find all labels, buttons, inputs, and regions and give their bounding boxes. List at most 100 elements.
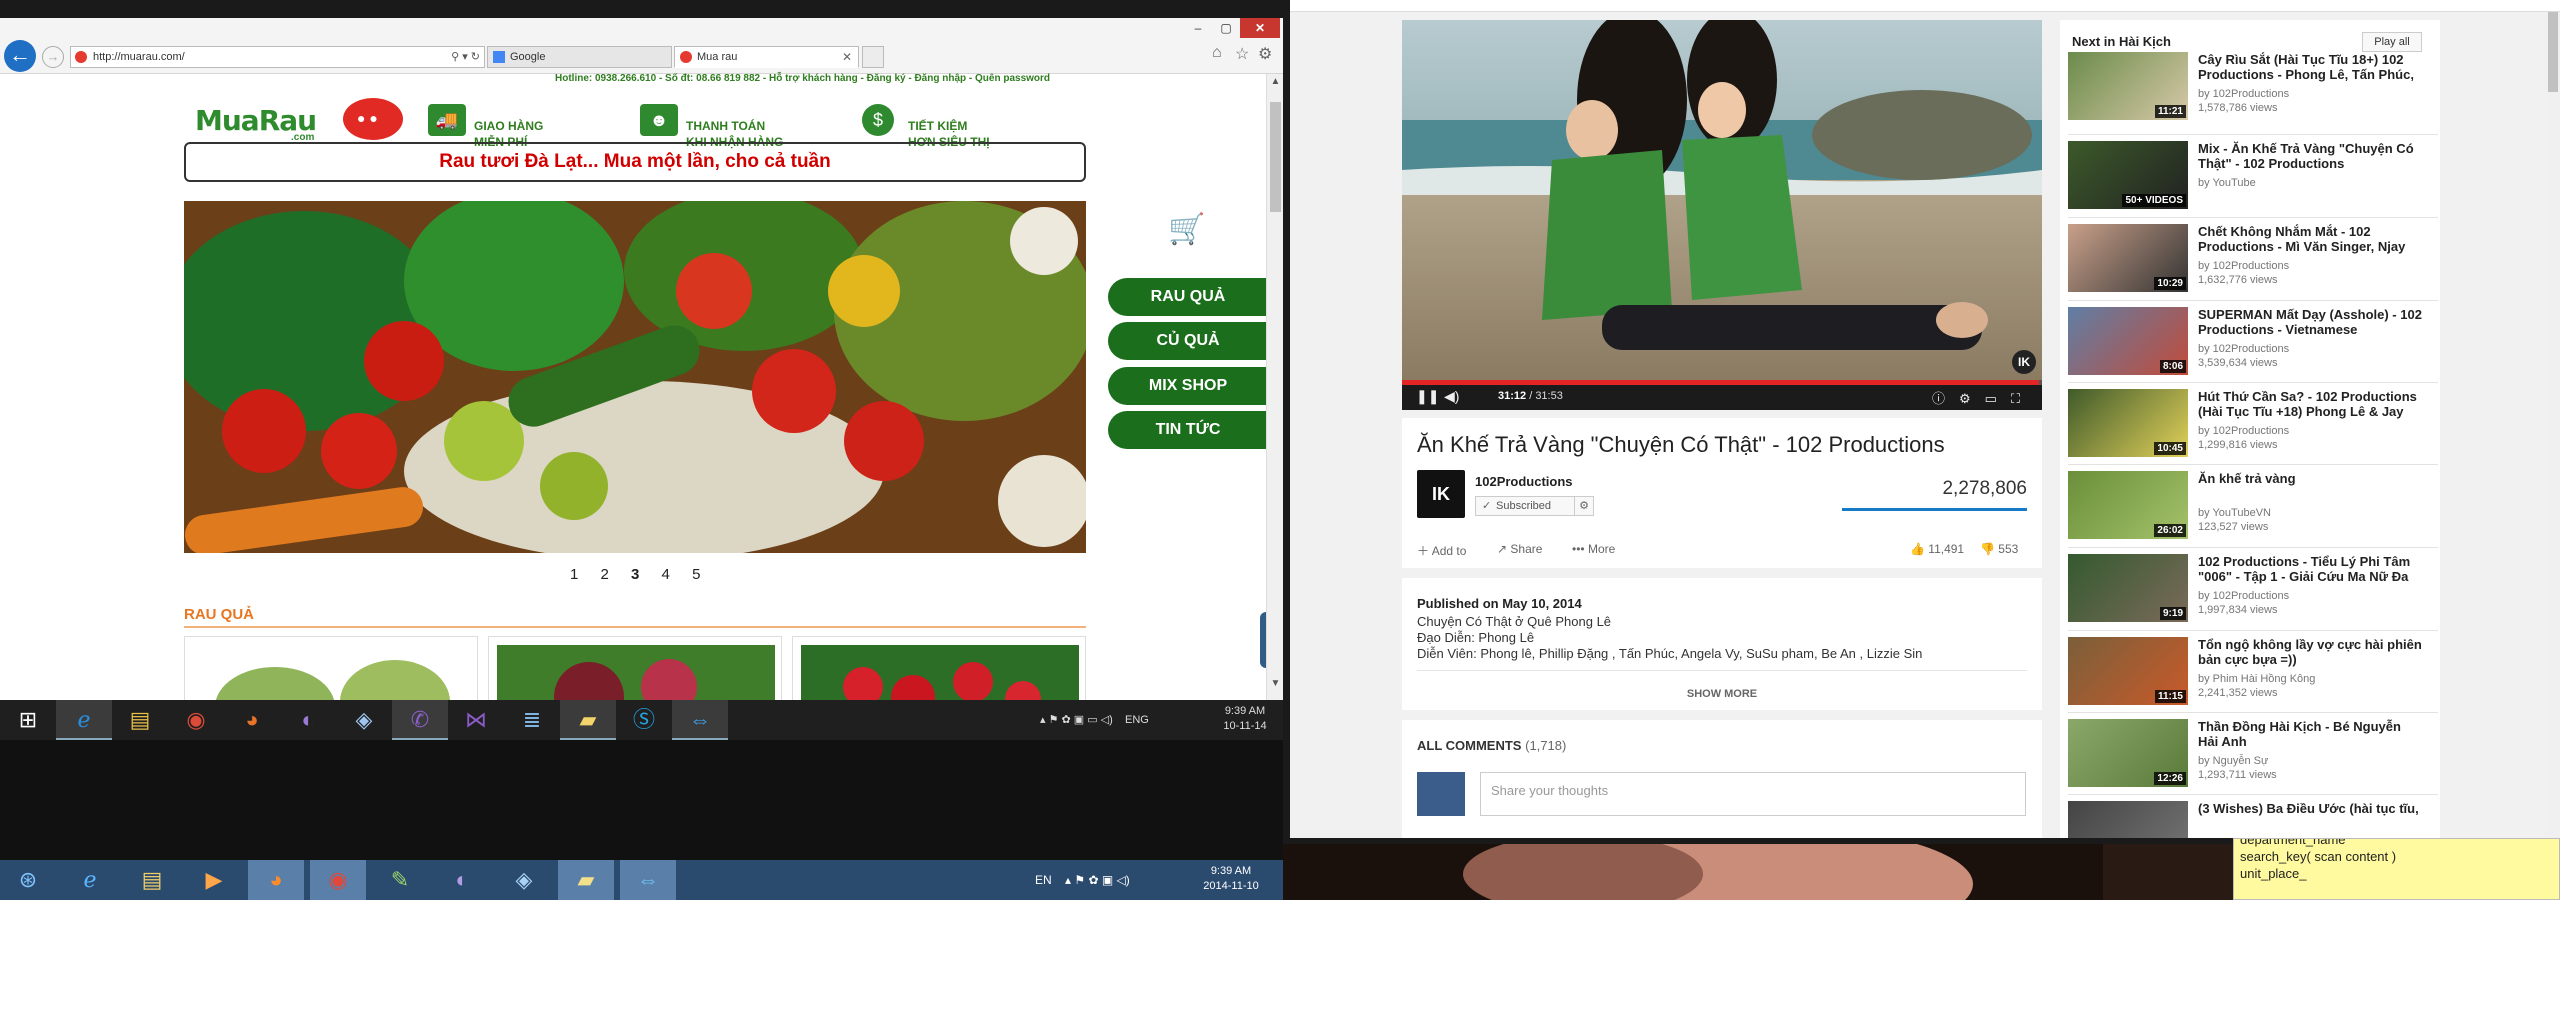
- video-thumbnail[interactable]: 11:15: [2068, 637, 2188, 705]
- chrome-icon[interactable]: ◉: [310, 860, 366, 900]
- tray-icons[interactable]: ▴ ⚑ ✿ ▣ ▭ ◁): [1040, 714, 1122, 726]
- player-right-icons[interactable]: ⓘ⚙▭⛶: [1932, 388, 2034, 407]
- internet-explorer-icon[interactable]: ℯ: [62, 860, 118, 900]
- page-link-current[interactable]: 3: [631, 566, 639, 583]
- clock[interactable]: 9:39 AM 10-11-14: [1210, 704, 1280, 734]
- category-tin-tuc-button[interactable]: TIN TỨC: [1108, 411, 1268, 449]
- play-all-button[interactable]: Play all: [2362, 32, 2422, 52]
- visual-studio-icon[interactable]: ⋈: [448, 700, 504, 740]
- dislike-button[interactable]: 👎 553: [1980, 542, 2018, 556]
- database-icon[interactable]: ≣: [504, 700, 560, 740]
- forward-button[interactable]: →: [42, 46, 64, 68]
- notes-folder-icon[interactable]: ▰: [560, 700, 616, 740]
- back-button[interactable]: ←: [4, 40, 36, 72]
- page-link[interactable]: 4: [662, 566, 670, 583]
- sticky-note[interactable]: department_name search_key( scan content…: [2233, 838, 2560, 900]
- maximize-button[interactable]: ▢: [1212, 18, 1240, 38]
- new-tab-button[interactable]: [862, 46, 884, 68]
- product-card[interactable]: [488, 636, 782, 700]
- eclipse-icon[interactable]: ◐: [434, 860, 490, 900]
- page-scrollbar[interactable]: [2546, 12, 2560, 838]
- virtualbox-icon[interactable]: ◈: [336, 700, 392, 740]
- channel-name[interactable]: 102Productions: [1475, 474, 1573, 489]
- firefox-icon[interactable]: ◕: [224, 700, 280, 740]
- skype-icon[interactable]: Ⓢ: [616, 700, 672, 740]
- scrollbar-thumb[interactable]: [1270, 102, 1281, 212]
- tab-mua-rau[interactable]: Mua rau ✕: [674, 46, 859, 68]
- language-indicator[interactable]: ENG: [1125, 714, 1149, 726]
- teamviewer-icon[interactable]: ⇔: [672, 700, 728, 740]
- clock[interactable]: 9:39 AM 2014-11-10: [1196, 864, 1266, 894]
- video-title[interactable]: (3 Wishes) Ba Điều Ước (hài tục tĩu,: [2198, 801, 2423, 816]
- system-tray[interactable]: EN ▴ ⚑ ✿ ▣ ◁): [1035, 860, 1130, 900]
- related-video-item[interactable]: 50+ VIDEOS Mix - Ăn Khế Trả Vàng "Chuyện …: [2068, 134, 2438, 209]
- video-title[interactable]: Thần Đồng Hài Kịch - Bé Nguyễn Hải Anh: [2198, 719, 2423, 749]
- share-button[interactable]: ↗ Share: [1497, 542, 1542, 556]
- home-icon[interactable]: ⌂: [1212, 44, 1222, 62]
- volume-icon[interactable]: ◀): [1444, 388, 1459, 405]
- video-title[interactable]: Chết Không Nhắm Mắt - 102 Productions - …: [2198, 224, 2423, 254]
- eclipse-icon[interactable]: ◐: [280, 700, 336, 740]
- video-title[interactable]: Mix - Ăn Khế Trả Vàng "Chuyện Có Thật" -…: [2198, 141, 2423, 171]
- video-thumbnail[interactable]: 26:02: [2068, 471, 2188, 539]
- star-icon[interactable]: ☆: [1235, 44, 1249, 64]
- related-video-item[interactable]: 9:19 102 Productions - Tiểu Lý Phi Tâm "0…: [2068, 547, 2438, 622]
- video-title[interactable]: Ăn khế trả vàng: [2198, 471, 2423, 486]
- hotline-bar[interactable]: Hotline: 0938.266.610 - Số đt: 08.66 819…: [555, 73, 1050, 84]
- viber-icon[interactable]: ✆: [392, 700, 448, 740]
- product-card[interactable]: [792, 636, 1086, 700]
- related-video-item[interactable]: 26:02 Ăn khế trả vàng by YouTubeVN 123,527 …: [2068, 464, 2438, 539]
- video-player[interactable]: IK ❚❚ ◀) 31:12 / 31:53 ⓘ⚙▭⛶: [1402, 20, 2042, 410]
- file-explorer-icon[interactable]: ▤: [124, 860, 180, 900]
- channel-avatar[interactable]: IK: [1417, 470, 1465, 518]
- more-button[interactable]: ••• More: [1572, 542, 1615, 556]
- close-tab-icon[interactable]: ✕: [842, 47, 852, 67]
- show-more-button[interactable]: SHOW MORE: [1402, 688, 2042, 700]
- scroll-up-icon[interactable]: ▲: [1267, 76, 1283, 87]
- firefox-icon[interactable]: ◕: [248, 860, 304, 900]
- language-indicator[interactable]: EN: [1035, 873, 1052, 887]
- address-bar[interactable]: http://muarau.com/ ⚲ ▾ ↻: [70, 46, 485, 68]
- related-video-item[interactable]: 10:29 Chết Không Nhắm Mắt - 102 Productio…: [2068, 217, 2438, 292]
- category-cu-qua-button[interactable]: CỦ QUẢ: [1108, 322, 1268, 360]
- internet-explorer-icon[interactable]: ℯ: [56, 700, 112, 740]
- minimize-button[interactable]: –: [1184, 18, 1212, 38]
- video-thumbnail[interactable]: 8:06: [2068, 307, 2188, 375]
- video-thumbnail[interactable]: 11:21: [2068, 52, 2188, 120]
- like-button[interactable]: 👍 11,491: [1910, 542, 1964, 556]
- category-rau-qua-button[interactable]: RAU QUẢ: [1108, 278, 1268, 316]
- related-video-item[interactable]: (3 Wishes) Ba Điều Ước (hài tục tĩu,: [2068, 794, 2438, 838]
- chrome-icon[interactable]: ◉: [168, 700, 224, 740]
- video-title[interactable]: 102 Productions - Tiểu Lý Phi Tâm "006" …: [2198, 554, 2423, 584]
- shopping-cart-icon[interactable]: 🛒: [1168, 212, 1212, 248]
- related-video-item[interactable]: 12:26 Thần Đồng Hài Kịch - Bé Nguyễn Hải …: [2068, 712, 2438, 787]
- video-thumbnail[interactable]: 10:45: [2068, 389, 2188, 457]
- tab-google[interactable]: Google: [487, 46, 672, 68]
- page-scrollbar[interactable]: ▲ ▼: [1266, 74, 1283, 700]
- scroll-down-icon[interactable]: ▼: [1267, 678, 1283, 689]
- windows-orb-icon[interactable]: ⊛: [0, 860, 56, 900]
- category-mix-shop-button[interactable]: MIX SHOP: [1108, 367, 1268, 405]
- tray-icons[interactable]: ▴ ⚑ ✿ ▣ ◁): [1055, 873, 1130, 887]
- video-thumbnail[interactable]: 9:19: [2068, 554, 2188, 622]
- media-player-icon[interactable]: ▶: [186, 860, 242, 900]
- page-link[interactable]: 5: [692, 566, 700, 583]
- video-thumbnail[interactable]: 50+ VIDEOS: [2068, 141, 2188, 209]
- channel-watermark-icon[interactable]: IK: [2012, 350, 2036, 374]
- related-video-item[interactable]: 11:21 Cây Rìu Sắt (Hài Tục Tĩu 18+) 102 P…: [2068, 52, 2438, 126]
- windows-start-icon[interactable]: ⊞: [0, 700, 56, 740]
- virtualbox-icon[interactable]: ◈: [496, 860, 552, 900]
- pause-icon[interactable]: ❚❚: [1416, 388, 1439, 405]
- scrollbar-thumb[interactable]: [2548, 12, 2558, 92]
- muarau-logo[interactable]: MuaRau .com ● ●: [195, 92, 410, 143]
- page-link[interactable]: 1: [570, 566, 578, 583]
- system-tray[interactable]: ▴ ⚑ ✿ ▣ ▭ ◁) ENG: [1040, 700, 1149, 740]
- page-link[interactable]: 2: [601, 566, 609, 583]
- product-card[interactable]: [184, 636, 478, 700]
- vegetable-banner-image[interactable]: [184, 201, 1086, 553]
- video-title[interactable]: Hút Thứ Cần Sa? - 102 Productions (Hài T…: [2198, 389, 2423, 419]
- file-explorer-icon[interactable]: ▤: [112, 700, 168, 740]
- related-video-item[interactable]: 11:15 Tổn ngộ không lầy vợ cực hài phiên …: [2068, 630, 2438, 705]
- search-refresh-icons[interactable]: ⚲ ▾ ↻: [451, 47, 480, 67]
- gear-icon[interactable]: ⚙: [1258, 44, 1272, 64]
